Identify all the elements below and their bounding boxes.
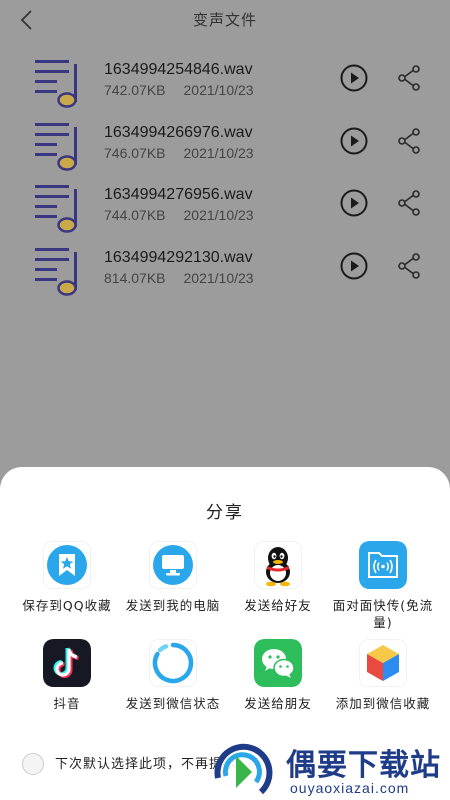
file-date: 2021/10/23 bbox=[183, 270, 254, 286]
file-size: 746.07KB bbox=[104, 145, 166, 161]
music-file-icon bbox=[35, 185, 77, 233]
share-sheet-title: 分享 bbox=[206, 503, 244, 523]
watermark-text: 偶要下载站 bbox=[286, 748, 441, 783]
share-target-label: 发送给好友 bbox=[244, 598, 312, 613]
file-meta: 742.07KB 2021/10/23 bbox=[104, 82, 254, 98]
share-target-label: 面对面快传(免流量) bbox=[332, 598, 434, 630]
file-meta: 746.07KB 2021/10/23 bbox=[104, 145, 254, 161]
file-date: 2021/10/23 bbox=[183, 145, 254, 161]
my-computer-icon bbox=[149, 541, 197, 589]
play-icon[interactable] bbox=[340, 64, 368, 92]
douyin-icon bbox=[43, 639, 91, 687]
file-meta: 744.07KB 2021/10/23 bbox=[104, 207, 254, 223]
share-icon[interactable] bbox=[397, 190, 421, 216]
watermark-domain: ouyaoxiazai.com bbox=[290, 780, 410, 796]
wechat-icon bbox=[254, 639, 302, 687]
play-icon[interactable] bbox=[340, 127, 368, 155]
music-file-icon bbox=[35, 60, 77, 108]
top-bar: 变声文件 bbox=[0, 0, 450, 40]
file-name: 1634994254846.wav bbox=[104, 61, 253, 78]
share-target-label: 保存到QQ收藏 bbox=[22, 598, 112, 613]
file-size: 742.07KB bbox=[104, 82, 166, 98]
qq-penguin-icon bbox=[254, 541, 302, 589]
wechat-favorites-icon bbox=[359, 639, 407, 687]
wechat-status-icon bbox=[149, 639, 197, 687]
file-name: 1634994292130.wav bbox=[104, 249, 253, 266]
qq-favorites-icon bbox=[43, 541, 91, 589]
file-row[interactable]: 1634994254846.wav 742.07KB 2021/10/23 bbox=[0, 58, 450, 120]
remember-choice-checkbox[interactable] bbox=[22, 753, 44, 775]
file-size: 814.07KB bbox=[104, 270, 166, 286]
music-file-icon bbox=[35, 123, 77, 171]
file-name: 1634994266976.wav bbox=[104, 124, 253, 141]
file-size: 744.07KB bbox=[104, 207, 166, 223]
page-title: 变声文件 bbox=[192, 11, 257, 29]
file-date: 2021/10/23 bbox=[183, 207, 254, 223]
watermark-logo-icon bbox=[214, 743, 273, 798]
share-target-label: 发送到我的电脑 bbox=[125, 598, 221, 613]
file-meta: 814.07KB 2021/10/23 bbox=[104, 270, 254, 286]
file-row[interactable]: 1634994276956.wav 744.07KB 2021/10/23 bbox=[0, 183, 450, 245]
watermark: 偶要下载站 ouyaoxiazai.com bbox=[206, 736, 450, 800]
face-to-face-transfer-icon bbox=[359, 541, 407, 589]
file-name: 1634994276956.wav bbox=[104, 186, 253, 203]
play-icon[interactable] bbox=[340, 189, 368, 217]
share-target-label: 抖音 bbox=[53, 696, 81, 711]
play-icon[interactable] bbox=[340, 252, 368, 280]
file-date: 2021/10/23 bbox=[183, 82, 254, 98]
file-row[interactable]: 1634994292130.wav 814.07KB 2021/10/23 bbox=[0, 246, 450, 308]
share-target-label: 发送给朋友 bbox=[244, 696, 312, 711]
file-row[interactable]: 1634994266976.wav 746.07KB 2021/10/23 bbox=[0, 121, 450, 183]
share-icon[interactable] bbox=[397, 65, 421, 91]
share-target-label: 添加到微信收藏 bbox=[335, 696, 431, 711]
share-icon[interactable] bbox=[397, 253, 421, 279]
share-target-label: 发送到微信状态 bbox=[125, 696, 221, 711]
share-icon[interactable] bbox=[397, 128, 421, 154]
music-file-icon bbox=[35, 248, 77, 296]
